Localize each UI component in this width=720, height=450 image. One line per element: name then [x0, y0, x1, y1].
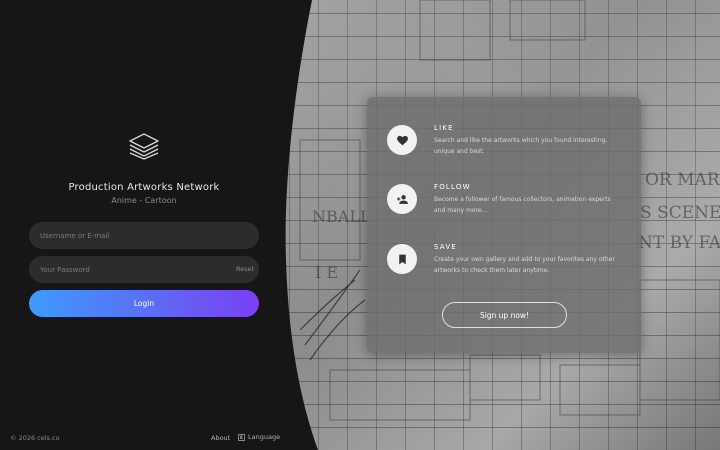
login-button[interactable]: Login: [29, 290, 259, 317]
brand-title: Production Artworks Network: [68, 182, 220, 193]
reset-password-link[interactable]: Reset: [236, 265, 254, 273]
svg-text:S SCENE: S SCENE: [640, 203, 720, 223]
copyright-text: © 2026 cels.co: [10, 434, 60, 442]
features-card: LIKE Search and like the artworks which …: [367, 97, 641, 353]
svg-text:NBALL: NBALL: [312, 207, 371, 226]
feature-title: FOLLOW: [434, 183, 471, 191]
brand-subtitle: Anime - Cartoon: [111, 196, 177, 205]
feature-title: LIKE: [434, 124, 454, 132]
password-input[interactable]: [29, 256, 259, 283]
feature-title: SAVE: [434, 243, 457, 251]
translate-icon: [238, 433, 245, 441]
feature-description: Become a follower of famous collectors, …: [434, 196, 611, 214]
heart-icon: [387, 125, 417, 155]
add-user-icon: [387, 184, 417, 214]
layers-icon: [129, 133, 159, 160]
about-link[interactable]: About: [211, 434, 230, 442]
username-input[interactable]: [29, 222, 259, 249]
feature-description: Create your own gallery and add to your …: [434, 256, 615, 274]
language-selector[interactable]: Language: [238, 433, 280, 441]
bookmark-icon: [387, 244, 417, 274]
signup-button[interactable]: Sign up now!: [442, 302, 567, 328]
feature-description: Search and like the artworks which you f…: [434, 137, 608, 155]
svg-text:OR MARK: OR MARK: [645, 170, 720, 190]
svg-text:I E: I E: [315, 263, 338, 282]
language-label: Language: [248, 433, 281, 441]
svg-text:NT BY FA: NT BY FA: [638, 233, 720, 253]
